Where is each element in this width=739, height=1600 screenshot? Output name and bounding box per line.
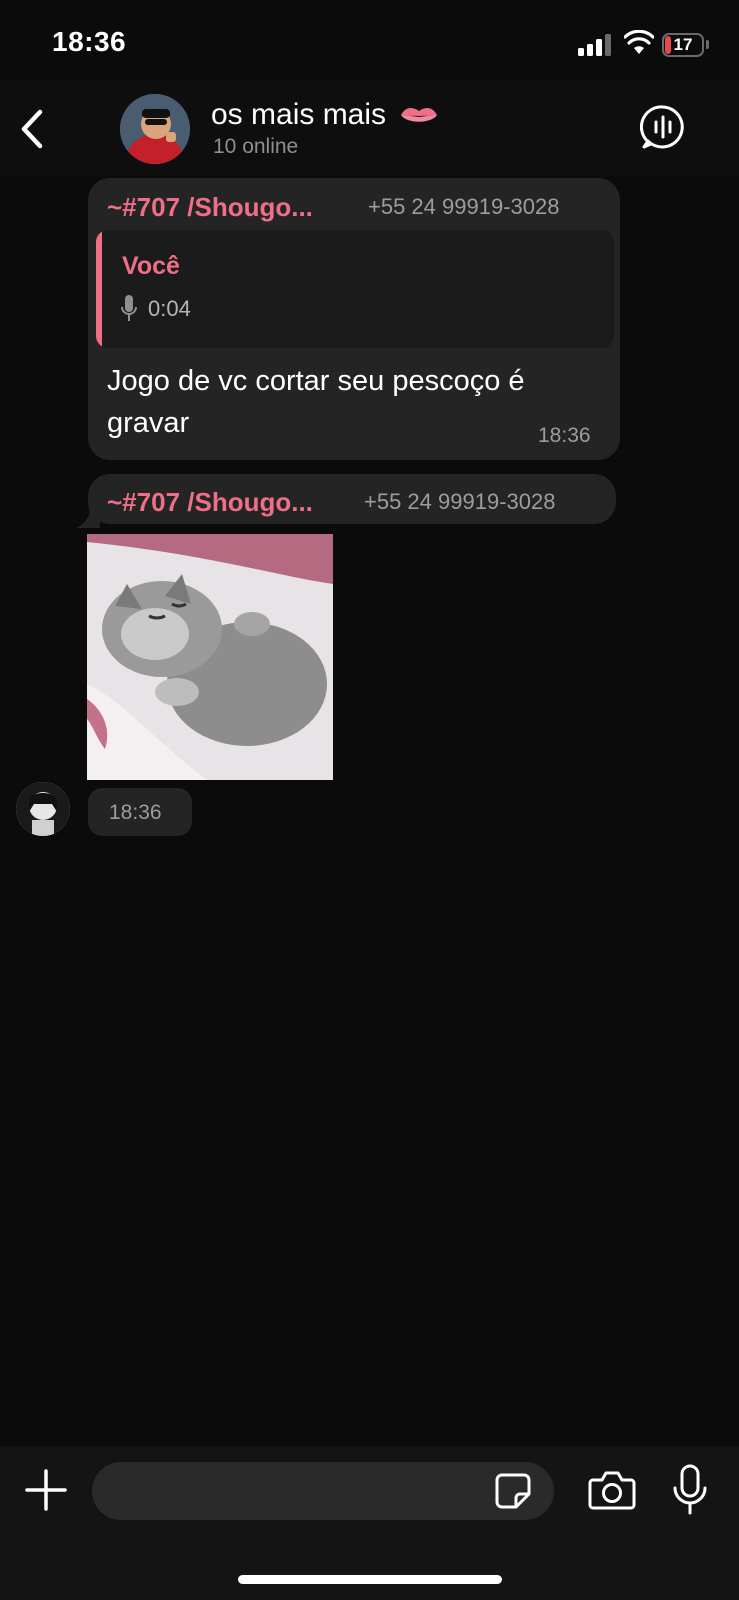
reply-voice-duration: 0:04 <box>148 296 191 321</box>
voice-chat-button[interactable] <box>640 104 686 150</box>
group-title[interactable]: os mais mais <box>211 98 438 132</box>
battery-nub <box>706 40 709 49</box>
voice-record-button[interactable] <box>672 1464 708 1516</box>
lips-emoji-icon <box>401 108 438 122</box>
message-text: Jogo de vc cortar seu pescoço é gravar <box>107 365 525 439</box>
back-button[interactable] <box>12 104 52 154</box>
sender-avatar-image <box>16 782 70 836</box>
wifi-icon <box>624 30 654 54</box>
sticker-button[interactable] <box>494 1472 532 1510</box>
battery-percent: 17 <box>673 35 693 54</box>
sleeping-cat-sticker[interactable] <box>87 534 333 780</box>
message-time: 18:36 <box>538 424 591 447</box>
camera-button[interactable] <box>588 1468 636 1512</box>
attach-button[interactable] <box>24 1468 68 1512</box>
battery-indicator: 17 <box>662 33 704 57</box>
sender-avatar[interactable] <box>16 782 70 836</box>
online-count: 10 online <box>213 135 299 158</box>
message-input[interactable] <box>92 1462 554 1520</box>
sender-name[interactable]: ~#707 /Shougo... <box>107 192 313 223</box>
reply-author: Você <box>122 252 180 280</box>
message-time: 18:36 <box>109 801 162 824</box>
cellular-signal-icon <box>578 34 614 56</box>
reply-accent-bar <box>96 230 102 348</box>
group-avatar[interactable] <box>120 94 190 164</box>
status-time: 18:36 <box>52 26 127 57</box>
sender-phone: +55 24 99919-3028 <box>368 194 560 219</box>
sender-phone: +55 24 99919-3028 <box>364 489 556 514</box>
home-indicator <box>238 1575 502 1584</box>
group-avatar-image <box>120 94 190 164</box>
sticker-time-chip: 18:36 <box>88 788 192 836</box>
sender-name[interactable]: ~#707 /Shougo... <box>107 487 313 518</box>
reply-quote[interactable]: Você 0:04 <box>96 230 614 348</box>
group-title-text: os mais mais <box>211 98 387 131</box>
mic-icon <box>121 295 137 321</box>
